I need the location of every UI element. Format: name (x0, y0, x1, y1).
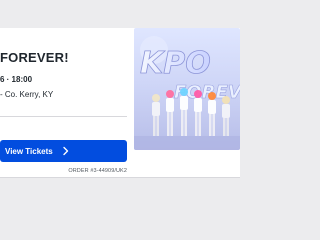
event-datetime: 6 · 18:00 (0, 75, 33, 84)
view-tickets-button[interactable]: View Tickets (0, 140, 127, 162)
event-details: FOREVER! 6 · 18:00 - Co. Kerry, KY View … (0, 28, 127, 178)
order-number: ORDER #3-44909/UK2 (68, 168, 127, 174)
divider (0, 116, 127, 117)
event-venue: - Co. Kerry, KY (0, 90, 54, 99)
poster-artwork: KPO FOREV (134, 36, 240, 150)
event-poster[interactable]: KPO FOREV (134, 28, 240, 150)
event-title: FOREVER! (0, 50, 69, 65)
chevron-right-icon (61, 146, 71, 156)
event-card: FOREVER! 6 · 18:00 - Co. Kerry, KY View … (0, 28, 240, 178)
poster-title-line1: KPO (140, 46, 211, 81)
view-tickets-label: View Tickets (5, 146, 53, 156)
